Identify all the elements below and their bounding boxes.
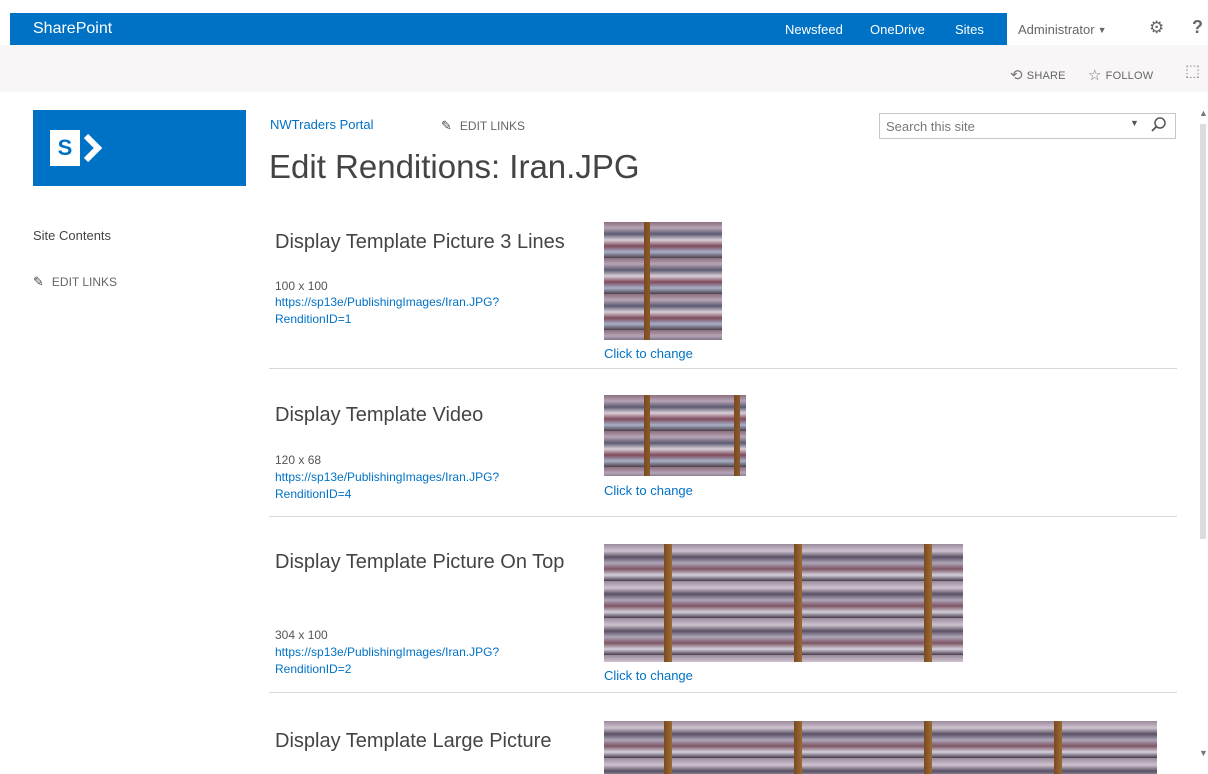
rendition-image[interactable] [604, 395, 746, 476]
share-label: SHARE [1026, 70, 1066, 82]
left-nav-edit-links[interactable]: ✎ EDIT LINKS [33, 274, 117, 290]
follow-button[interactable]: ☆ FOLLOW [1088, 65, 1154, 84]
row-divider [269, 368, 1177, 369]
rendition-title: Display Template Large Picture [275, 730, 552, 752]
rendition-url-line2: RenditionID=2 [275, 662, 352, 676]
rendition-thumbnail [604, 721, 1157, 774]
click-to-change-link[interactable]: Click to change [604, 483, 693, 498]
page-actions-bar: ⟲ SHARE ☆ FOLLOW ⬚ [0, 45, 1208, 92]
chevron-down-icon: ▼ [1097, 25, 1107, 35]
rendition-url-line1: https://sp13e/PublishingImages/Iran.JPG? [275, 645, 500, 659]
scroll-down-icon[interactable]: ▼ [1199, 748, 1208, 758]
rendition-url[interactable]: https://sp13e/PublishingImages/Iran.JPG?… [275, 469, 595, 503]
rendition-url-line2: RenditionID=4 [275, 487, 352, 501]
user-menu[interactable]: Administrator ▼ [1018, 22, 1107, 37]
sharepoint-logo-s: S [50, 130, 80, 166]
share-button[interactable]: ⟲ SHARE [1010, 65, 1066, 84]
search-icon[interactable] [1150, 116, 1168, 134]
pencil-icon: ✎ [441, 118, 452, 133]
rendition-size: 100 x 100 [275, 279, 328, 293]
rendition-title: Display Template Video [275, 404, 484, 426]
search-input[interactable] [880, 114, 1120, 138]
scroll-up-icon[interactable]: ▲ [1199, 108, 1208, 118]
scrollbar-thumb[interactable] [1200, 124, 1206, 539]
rendition-size: 304 x 100 [275, 628, 328, 642]
follow-label: FOLLOW [1105, 70, 1154, 82]
suite-bar-user-area: Administrator ▼ ⚙ ? [1007, 13, 1208, 45]
top-edit-links-label: EDIT LINKS [459, 119, 526, 133]
pencil-icon: ✎ [33, 274, 44, 289]
row-divider [269, 692, 1177, 693]
share-icon: ⟲ [1010, 67, 1023, 84]
click-to-change-link[interactable]: Click to change [604, 668, 693, 683]
suite-bar: SharePoint Newsfeed OneDrive Sites Admin… [10, 13, 1208, 45]
rendition-image[interactable] [604, 721, 1157, 774]
search-box: ▼ [879, 113, 1176, 139]
site-logo[interactable]: S [33, 110, 246, 186]
rendition-url[interactable]: https://sp13e/PublishingImages/Iran.JPG?… [275, 294, 595, 328]
top-edit-links[interactable]: ✎ EDIT LINKS [441, 118, 525, 134]
sharepoint-logo-arrow-icon [84, 134, 103, 162]
star-icon: ☆ [1088, 67, 1102, 84]
help-icon[interactable]: ? [1192, 17, 1203, 38]
suite-link-onedrive[interactable]: OneDrive [870, 22, 925, 37]
focus-on-content-icon[interactable]: ⬚ [1185, 61, 1200, 81]
rendition-image[interactable] [604, 544, 963, 662]
left-nav-edit-links-label: EDIT LINKS [51, 275, 118, 289]
rendition-row: Display Template Video 120 x 68 https://… [269, 395, 1177, 518]
rendition-thumbnail [604, 395, 746, 476]
rendition-url-line2: RenditionID=1 [275, 312, 352, 326]
user-name: Administrator [1018, 22, 1095, 37]
suite-link-newsfeed[interactable]: Newsfeed [785, 22, 843, 37]
left-nav-site-contents[interactable]: Site Contents [33, 228, 111, 243]
gear-icon[interactable]: ⚙ [1149, 18, 1164, 38]
suite-link-sites[interactable]: Sites [955, 22, 984, 37]
vertical-scrollbar[interactable]: ▲ ▼ [1197, 100, 1208, 774]
click-to-change-link[interactable]: Click to change [604, 346, 693, 361]
page-title: Edit Renditions: Iran.JPG [269, 148, 640, 185]
rendition-url-line1: https://sp13e/PublishingImages/Iran.JPG? [275, 295, 500, 309]
rendition-title: Display Template Picture On Top [275, 551, 565, 573]
rendition-row: Display Template Picture 3 Lines 100 x 1… [269, 222, 1177, 370]
rendition-url-line1: https://sp13e/PublishingImages/Iran.JPG? [275, 470, 500, 484]
search-scope-dropdown-icon[interactable]: ▼ [1130, 118, 1139, 128]
rendition-size: 120 x 68 [275, 453, 322, 467]
row-divider [269, 516, 1177, 517]
rendition-thumbnail [604, 222, 722, 340]
rendition-image[interactable] [604, 222, 722, 340]
rendition-row: Display Template Picture On Top 304 x 10… [269, 544, 1177, 694]
breadcrumb[interactable]: NWTraders Portal [270, 117, 374, 132]
sharepoint-brand[interactable]: SharePoint [33, 20, 112, 38]
rendition-title: Display Template Picture 3 Lines [275, 231, 565, 253]
rendition-row: Display Template Large Picture [269, 721, 1177, 774]
rendition-url[interactable]: https://sp13e/PublishingImages/Iran.JPG?… [275, 644, 595, 678]
rendition-thumbnail [604, 544, 963, 662]
